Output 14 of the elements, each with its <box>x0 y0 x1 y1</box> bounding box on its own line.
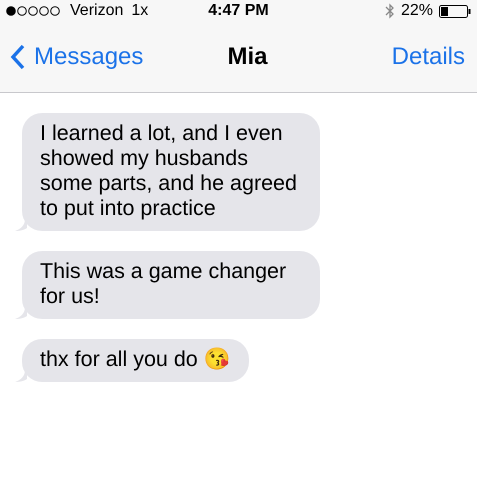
clock-time: 4:47 PM <box>208 2 269 20</box>
bubble-tail <box>15 307 27 319</box>
network-type: 1x <box>131 2 148 20</box>
details-link[interactable]: Details <box>392 43 465 71</box>
bubble-tail <box>15 370 27 382</box>
carrier-name: Verizon <box>70 2 124 20</box>
back-button[interactable]: Messages <box>10 43 144 71</box>
battery-icon <box>439 4 471 18</box>
bubble-tail <box>15 219 27 231</box>
battery-percent: 22% <box>400 2 433 20</box>
signal-icon <box>6 6 62 16</box>
bluetooth-icon <box>384 2 395 20</box>
contact-name: Mia <box>226 43 269 71</box>
chevron-left-icon <box>10 44 26 70</box>
